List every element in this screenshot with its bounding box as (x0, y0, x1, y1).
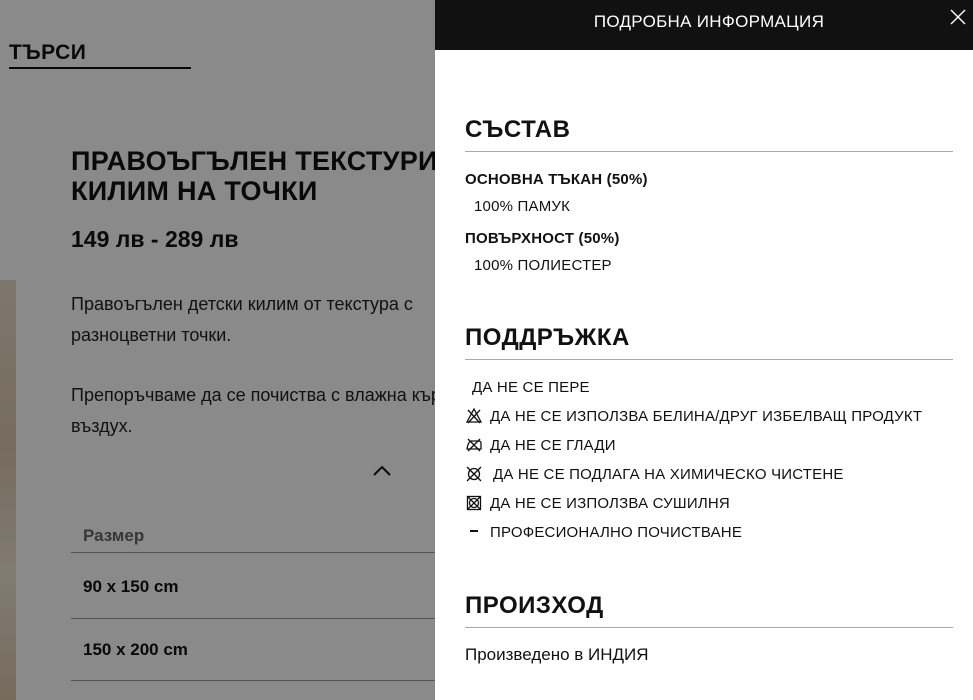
origin-title: ПРОИЗХОД (465, 592, 604, 619)
care-text: ДА НЕ СЕ ГЛАДИ (490, 436, 616, 454)
composition-value: 100% ПОЛИЕСТЕР (474, 257, 612, 274)
composition-label: ОСНОВНА ТЪКАН (50%) (465, 171, 648, 188)
details-panel: ПОДРОБНА ИНФОРМАЦИЯ СЪСТАВ ОСНОВНА ТЪКАН… (435, 0, 973, 700)
panel-title: ПОДРОБНА ИНФОРМАЦИЯ (593, 12, 825, 31)
origin-text: Произведено в ИНДИЯ (465, 645, 649, 664)
professional-clean-icon (470, 530, 478, 532)
care-item: ДА НЕ СЕ ПОДЛАГА НА ХИМИЧЕСКО ЧИСТЕНЕ (465, 463, 953, 485)
panel-header: ПОДРОБНА ИНФОРМАЦИЯ (435, 0, 973, 50)
close-icon[interactable] (947, 6, 969, 28)
section-divider (465, 151, 953, 152)
section-divider (465, 627, 953, 628)
no-tumble-dry-icon (466, 495, 482, 511)
no-dry-clean-icon (466, 466, 482, 482)
no-bleach-icon (465, 407, 483, 424)
care-text: ДА НЕ СЕ ПОДЛАГА НА ХИМИЧЕСКО ЧИСТЕНЕ (493, 465, 844, 483)
care-item: ДА НЕ СЕ ПЕРЕ (465, 376, 953, 398)
composition-title: СЪСТАВ (465, 116, 571, 143)
care-text: ДА НЕ СЕ ИЗПОЛЗВА СУШИЛНЯ (490, 494, 730, 512)
care-item: ПРОФЕСИОНАЛНО ПОЧИСТВАНЕ (465, 521, 953, 543)
care-item: ДА НЕ СЕ ИЗПОЛЗВА СУШИЛНЯ (465, 492, 953, 514)
care-text: ДА НЕ СЕ ПЕРЕ (472, 378, 590, 396)
care-text: ДА НЕ СЕ ИЗПОЛЗВА БЕЛИНА/ДРУГ ИЗБЕЛВАЩ П… (490, 407, 923, 425)
care-item: ДА НЕ СЕ ГЛАДИ (465, 434, 953, 456)
care-title: ПОДДРЪЖКА (465, 324, 630, 351)
composition-label: ПОВЪРХНОСТ (50%) (465, 230, 620, 247)
composition-value: 100% ПАМУК (474, 198, 571, 215)
no-iron-icon (466, 438, 482, 452)
section-divider (465, 359, 953, 360)
care-text: ПРОФЕСИОНАЛНО ПОЧИСТВАНЕ (490, 523, 743, 541)
care-item: ДА НЕ СЕ ИЗПОЛЗВА БЕЛИНА/ДРУГ ИЗБЕЛВАЩ П… (465, 405, 953, 427)
